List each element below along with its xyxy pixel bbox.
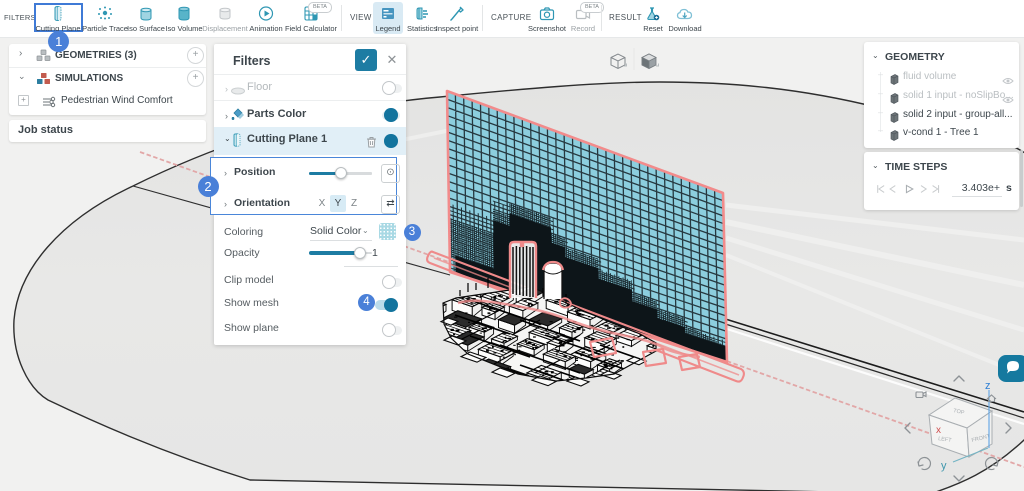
svg-text:x: x xyxy=(936,425,941,436)
svg-text:z: z xyxy=(985,380,991,392)
svg-text:y: y xyxy=(941,460,947,472)
